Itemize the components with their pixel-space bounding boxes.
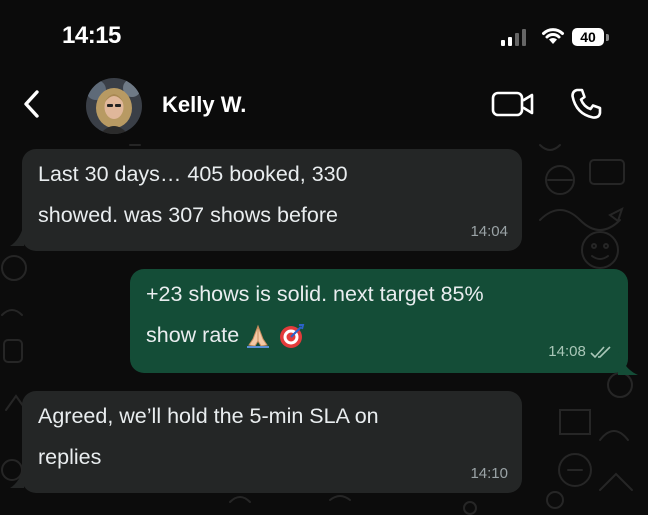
chat-header: Kelly W. bbox=[0, 70, 648, 140]
direct-hit-emoji-icon bbox=[280, 324, 305, 349]
message-time-text: 14:08 bbox=[548, 343, 586, 360]
chat-area[interactable]: Last 30 days… 405 booked, 330 showed. wa… bbox=[0, 140, 648, 515]
message-text: Agreed, we’ll hold the 5-min SLA on repl… bbox=[38, 396, 379, 478]
message-line-text: show rate bbox=[146, 323, 240, 347]
message-line: +23 shows is solid. next target 85% bbox=[146, 282, 484, 306]
phone-icon[interactable] bbox=[568, 86, 604, 122]
status-bar: 14:15 40 bbox=[0, 0, 648, 70]
bubble-tail-incoming bbox=[10, 224, 24, 246]
chevron-left-icon[interactable] bbox=[18, 86, 46, 122]
message-time: 14:04 bbox=[470, 223, 508, 240]
message-time: 14:10 bbox=[470, 465, 508, 482]
message-line: Agreed, we’ll hold the 5-min SLA on bbox=[38, 404, 379, 428]
bubble-tail-incoming bbox=[10, 466, 24, 488]
message-line: replies bbox=[38, 445, 102, 469]
message-time: 14:08 bbox=[548, 343, 614, 361]
double-check-read-icon bbox=[590, 346, 611, 359]
message-line: show rate bbox=[146, 315, 484, 356]
message-line: showed. was 307 shows before bbox=[38, 203, 338, 227]
message-outgoing[interactable]: +23 shows is solid. next target 85% show… bbox=[130, 269, 628, 373]
bubble-tail-outgoing bbox=[618, 351, 638, 375]
wifi-icon bbox=[542, 28, 564, 44]
contact-name[interactable]: Kelly W. bbox=[162, 92, 246, 118]
message-text: +23 shows is solid. next target 85% show… bbox=[146, 274, 484, 356]
message-incoming[interactable]: Last 30 days… 405 booked, 330 showed. wa… bbox=[22, 149, 522, 251]
cellular-signal-icon bbox=[501, 29, 526, 46]
avatar[interactable] bbox=[86, 78, 142, 134]
battery-level: 40 bbox=[572, 28, 604, 46]
status-time: 14:15 bbox=[62, 22, 121, 49]
video-camera-icon[interactable] bbox=[490, 88, 536, 120]
folded-hands-emoji-icon bbox=[247, 324, 270, 349]
message-line: Last 30 days… 405 booked, 330 bbox=[38, 162, 348, 186]
message-text: Last 30 days… 405 booked, 330 showed. wa… bbox=[38, 154, 348, 236]
message-incoming[interactable]: Agreed, we’ll hold the 5-min SLA on repl… bbox=[22, 391, 522, 493]
battery-icon: 40 bbox=[572, 28, 610, 48]
